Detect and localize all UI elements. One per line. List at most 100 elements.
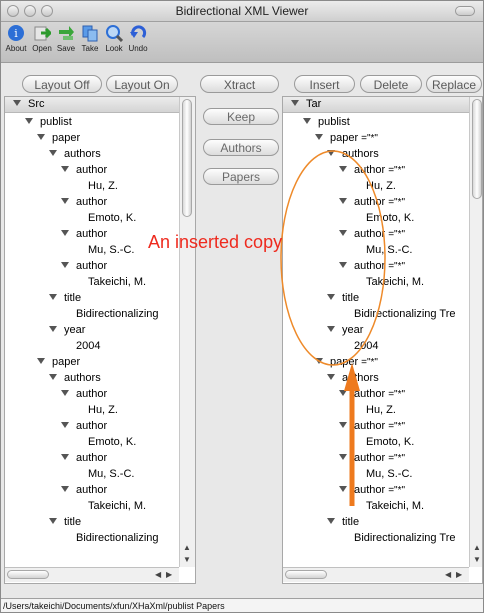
expand-triangle-icon[interactable] bbox=[327, 150, 335, 157]
tree-node[interactable]: Hu, Z. bbox=[88, 402, 118, 418]
tree-node[interactable]: author bbox=[61, 418, 107, 434]
tree-node[interactable]: author bbox=[61, 162, 107, 178]
tree-node[interactable]: 2004 bbox=[76, 338, 100, 354]
tree-node[interactable]: Emoto, K. bbox=[88, 210, 136, 226]
expand-triangle-icon[interactable] bbox=[61, 486, 69, 493]
tree-node[interactable]: author bbox=[61, 450, 107, 466]
expand-triangle-icon[interactable] bbox=[327, 294, 335, 301]
expand-triangle-icon[interactable] bbox=[49, 518, 57, 525]
expand-triangle-icon[interactable] bbox=[61, 390, 69, 397]
tree-node[interactable]: Mu, S.-C. bbox=[88, 242, 134, 258]
expand-triangle-icon[interactable] bbox=[49, 294, 57, 301]
tree-node[interactable]: Takeichi, M. bbox=[88, 274, 146, 290]
tree-node[interactable]: author ="*" bbox=[339, 482, 405, 498]
tree-node[interactable]: Emoto, K. bbox=[88, 434, 136, 450]
tree-node[interactable]: title bbox=[49, 514, 81, 530]
take-toolbar-button[interactable]: Take bbox=[77, 24, 103, 53]
expand-triangle-icon[interactable] bbox=[61, 422, 69, 429]
tar-hscroll-thumb[interactable] bbox=[285, 570, 327, 579]
scroll-up-arrow-icon[interactable]: ▲ bbox=[183, 543, 191, 552]
expand-triangle-icon[interactable] bbox=[49, 326, 57, 333]
tree-node[interactable]: paper bbox=[37, 354, 80, 370]
expand-triangle-icon[interactable] bbox=[61, 230, 69, 237]
tree-node[interactable]: Bidirectionalizing bbox=[76, 306, 159, 322]
tree-node[interactable]: Mu, S.-C. bbox=[88, 466, 134, 482]
tree-node[interactable]: Mu, S.-C. bbox=[366, 242, 412, 258]
tree-node[interactable]: Hu, Z. bbox=[366, 178, 396, 194]
tree-node[interactable]: author bbox=[61, 386, 107, 402]
expand-triangle-icon[interactable] bbox=[303, 118, 311, 125]
scroll-down-arrow-icon[interactable]: ▼ bbox=[473, 555, 481, 564]
undo-toolbar-button[interactable]: Undo bbox=[125, 24, 151, 53]
keep-button[interactable]: Keep bbox=[203, 108, 279, 125]
tree-node[interactable]: paper bbox=[37, 130, 80, 146]
scroll-left-arrow-icon[interactable]: ◀ bbox=[445, 570, 451, 579]
tree-node[interactable]: publist bbox=[25, 114, 72, 130]
expand-triangle-icon[interactable] bbox=[291, 100, 299, 107]
tree-node[interactable]: 2004 bbox=[354, 338, 378, 354]
tree-node[interactable]: publist bbox=[303, 114, 350, 130]
scroll-right-arrow-icon[interactable]: ▶ bbox=[166, 570, 172, 579]
expand-triangle-icon[interactable] bbox=[49, 374, 57, 381]
expand-triangle-icon[interactable] bbox=[61, 262, 69, 269]
tree-node[interactable]: author ="*" bbox=[339, 386, 405, 402]
tree-node[interactable]: Bidirectionalizing Tre bbox=[354, 306, 456, 322]
tree-node[interactable]: author ="*" bbox=[339, 258, 405, 274]
tree-node[interactable]: Emoto, K. bbox=[366, 434, 414, 450]
tree-node[interactable]: paper ="*" bbox=[315, 354, 378, 370]
tree-node[interactable]: authors bbox=[327, 370, 379, 386]
scroll-up-arrow-icon[interactable]: ▲ bbox=[473, 543, 481, 552]
papers-button[interactable]: Papers bbox=[203, 168, 279, 185]
expand-triangle-icon[interactable] bbox=[13, 100, 21, 107]
expand-triangle-icon[interactable] bbox=[327, 518, 335, 525]
tar-vertical-scrollbar[interactable]: ▲ ▼ bbox=[469, 97, 482, 567]
src-hscroll-thumb[interactable] bbox=[7, 570, 49, 579]
expand-triangle-icon[interactable] bbox=[339, 198, 347, 205]
tree-node[interactable]: author ="*" bbox=[339, 226, 405, 242]
expand-triangle-icon[interactable] bbox=[339, 390, 347, 397]
tree-node[interactable]: Takeichi, M. bbox=[88, 498, 146, 514]
layout-off-button[interactable]: Layout Off bbox=[22, 75, 102, 93]
tree-node[interactable]: Hu, Z. bbox=[88, 178, 118, 194]
authors-button[interactable]: Authors bbox=[203, 139, 279, 156]
expand-triangle-icon[interactable] bbox=[37, 358, 45, 365]
tree-node[interactable]: Bidirectionalizing bbox=[76, 530, 159, 546]
insert-button[interactable]: Insert bbox=[294, 75, 355, 93]
expand-triangle-icon[interactable] bbox=[37, 134, 45, 141]
tree-node[interactable]: paper ="*" bbox=[315, 130, 378, 146]
about-toolbar-button[interactable]: i About bbox=[3, 24, 29, 53]
expand-triangle-icon[interactable] bbox=[25, 118, 33, 125]
expand-triangle-icon[interactable] bbox=[327, 326, 335, 333]
tree-node[interactable]: author ="*" bbox=[339, 450, 405, 466]
tree-node[interactable]: author bbox=[61, 226, 107, 242]
tree-node[interactable]: author ="*" bbox=[339, 162, 405, 178]
expand-triangle-icon[interactable] bbox=[339, 454, 347, 461]
save-toolbar-button[interactable]: Save bbox=[53, 24, 79, 53]
expand-triangle-icon[interactable] bbox=[339, 230, 347, 237]
tree-node[interactable]: authors bbox=[49, 146, 101, 162]
delete-button[interactable]: Delete bbox=[360, 75, 422, 93]
tree-node[interactable]: title bbox=[49, 290, 81, 306]
expand-triangle-icon[interactable] bbox=[339, 486, 347, 493]
tree-node[interactable]: Hu, Z. bbox=[366, 402, 396, 418]
expand-triangle-icon[interactable] bbox=[339, 422, 347, 429]
replace-button[interactable]: Replace bbox=[426, 75, 482, 93]
tar-horizontal-scrollbar[interactable]: ◀ ▶ bbox=[283, 567, 469, 582]
toolbar-toggle-button[interactable] bbox=[455, 6, 475, 16]
tree-node[interactable]: title bbox=[327, 290, 359, 306]
scroll-down-arrow-icon[interactable]: ▼ bbox=[183, 555, 191, 564]
tree-node[interactable]: Mu, S.-C. bbox=[366, 466, 412, 482]
tree-node[interactable]: author ="*" bbox=[339, 194, 405, 210]
tree-node[interactable]: year bbox=[49, 322, 85, 338]
open-toolbar-button[interactable]: Open bbox=[29, 24, 55, 53]
src-scroll-thumb[interactable] bbox=[182, 99, 192, 217]
src-vertical-scrollbar[interactable]: ▲ ▼ bbox=[179, 97, 195, 567]
tar-scroll-thumb[interactable] bbox=[472, 99, 482, 199]
tree-node[interactable]: author bbox=[61, 482, 107, 498]
tree-node[interactable]: Bidirectionalizing Tre bbox=[354, 530, 456, 546]
tree-node[interactable]: title bbox=[327, 514, 359, 530]
layout-on-button[interactable]: Layout On bbox=[106, 75, 178, 93]
look-toolbar-button[interactable]: Look bbox=[101, 24, 127, 53]
expand-triangle-icon[interactable] bbox=[49, 150, 57, 157]
tree-node[interactable]: authors bbox=[49, 370, 101, 386]
